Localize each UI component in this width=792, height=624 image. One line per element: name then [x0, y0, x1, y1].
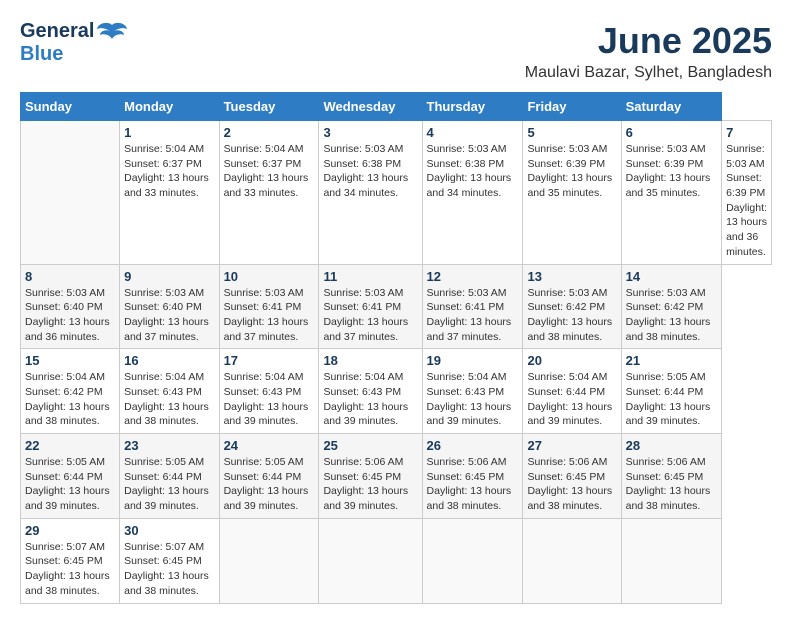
- empty-cell: [319, 518, 422, 603]
- table-row: 4 Sunrise: 5:03 AMSunset: 6:38 PMDayligh…: [422, 121, 523, 265]
- header-friday: Friday: [523, 93, 621, 121]
- table-row: 20 Sunrise: 5:04 AMSunset: 6:44 PMDaylig…: [523, 349, 621, 434]
- logo-bird-icon: [96, 21, 128, 43]
- calendar-week-2: 8 Sunrise: 5:03 AMSunset: 6:40 PMDayligh…: [21, 264, 772, 349]
- month-title: June 2025: [525, 20, 772, 62]
- table-row: 24 Sunrise: 5:05 AMSunset: 6:44 PMDaylig…: [219, 434, 319, 519]
- table-row: 28 Sunrise: 5:06 AMSunset: 6:45 PMDaylig…: [621, 434, 721, 519]
- calendar-week-4: 22 Sunrise: 5:05 AMSunset: 6:44 PMDaylig…: [21, 434, 772, 519]
- calendar-table: Sunday Monday Tuesday Wednesday Thursday…: [20, 92, 772, 604]
- table-row: 2 Sunrise: 5:04 AMSunset: 6:37 PMDayligh…: [219, 121, 319, 265]
- table-row: 27 Sunrise: 5:06 AMSunset: 6:45 PMDaylig…: [523, 434, 621, 519]
- logo-general-text: General: [20, 20, 94, 43]
- table-row: 11 Sunrise: 5:03 AMSunset: 6:41 PMDaylig…: [319, 264, 422, 349]
- table-row: 17 Sunrise: 5:04 AMSunset: 6:43 PMDaylig…: [219, 349, 319, 434]
- empty-cell: [523, 518, 621, 603]
- table-row: 30 Sunrise: 5:07 AMSunset: 6:45 PMDaylig…: [120, 518, 219, 603]
- table-row: 18 Sunrise: 5:04 AMSunset: 6:43 PMDaylig…: [319, 349, 422, 434]
- empty-cell: [621, 518, 721, 603]
- header-sunday: Sunday: [21, 93, 120, 121]
- table-row: 16 Sunrise: 5:04 AMSunset: 6:43 PMDaylig…: [120, 349, 219, 434]
- table-row: 29 Sunrise: 5:07 AMSunset: 6:45 PMDaylig…: [21, 518, 120, 603]
- logo: General Blue: [20, 20, 128, 66]
- table-row: 15 Sunrise: 5:04 AMSunset: 6:42 PMDaylig…: [21, 349, 120, 434]
- table-row: 12 Sunrise: 5:03 AMSunset: 6:41 PMDaylig…: [422, 264, 523, 349]
- calendar-week-5: 29 Sunrise: 5:07 AMSunset: 6:45 PMDaylig…: [21, 518, 772, 603]
- location-title: Maulavi Bazar, Sylhet, Bangladesh: [525, 64, 772, 82]
- logo-blue-text: Blue: [20, 43, 63, 66]
- header-tuesday: Tuesday: [219, 93, 319, 121]
- table-row: 5 Sunrise: 5:03 AMSunset: 6:39 PMDayligh…: [523, 121, 621, 265]
- header-monday: Monday: [120, 93, 219, 121]
- empty-cell: [422, 518, 523, 603]
- table-row: 13 Sunrise: 5:03 AMSunset: 6:42 PMDaylig…: [523, 264, 621, 349]
- header-thursday: Thursday: [422, 93, 523, 121]
- table-row: 25 Sunrise: 5:06 AMSunset: 6:45 PMDaylig…: [319, 434, 422, 519]
- table-row: 6 Sunrise: 5:03 AMSunset: 6:39 PMDayligh…: [621, 121, 721, 265]
- table-row: 1 Sunrise: 5:04 AMSunset: 6:37 PMDayligh…: [120, 121, 219, 265]
- table-row: 7 Sunrise: 5:03 AMSunset: 6:39 PMDayligh…: [722, 121, 772, 265]
- table-row: 21 Sunrise: 5:05 AMSunset: 6:44 PMDaylig…: [621, 349, 721, 434]
- title-block: June 2025 Maulavi Bazar, Sylhet, Banglad…: [525, 20, 772, 82]
- table-row: 26 Sunrise: 5:06 AMSunset: 6:45 PMDaylig…: [422, 434, 523, 519]
- table-row: 8 Sunrise: 5:03 AMSunset: 6:40 PMDayligh…: [21, 264, 120, 349]
- table-row: 22 Sunrise: 5:05 AMSunset: 6:44 PMDaylig…: [21, 434, 120, 519]
- header-wednesday: Wednesday: [319, 93, 422, 121]
- table-row: 23 Sunrise: 5:05 AMSunset: 6:44 PMDaylig…: [120, 434, 219, 519]
- page-container: General Blue June 2025 Maulavi Bazar, Sy…: [20, 20, 772, 604]
- calendar-week-1: 1 Sunrise: 5:04 AMSunset: 6:37 PMDayligh…: [21, 121, 772, 265]
- table-row: 3 Sunrise: 5:03 AMSunset: 6:38 PMDayligh…: [319, 121, 422, 265]
- empty-cell: [21, 121, 120, 265]
- table-row: 9 Sunrise: 5:03 AMSunset: 6:40 PMDayligh…: [120, 264, 219, 349]
- table-row: 10 Sunrise: 5:03 AMSunset: 6:41 PMDaylig…: [219, 264, 319, 349]
- header-saturday: Saturday: [621, 93, 721, 121]
- calendar-week-3: 15 Sunrise: 5:04 AMSunset: 6:42 PMDaylig…: [21, 349, 772, 434]
- header: General Blue June 2025 Maulavi Bazar, Sy…: [20, 20, 772, 82]
- empty-cell: [219, 518, 319, 603]
- weekday-header-row: Sunday Monday Tuesday Wednesday Thursday…: [21, 93, 772, 121]
- table-row: 14 Sunrise: 5:03 AMSunset: 6:42 PMDaylig…: [621, 264, 721, 349]
- table-row: 19 Sunrise: 5:04 AMSunset: 6:43 PMDaylig…: [422, 349, 523, 434]
